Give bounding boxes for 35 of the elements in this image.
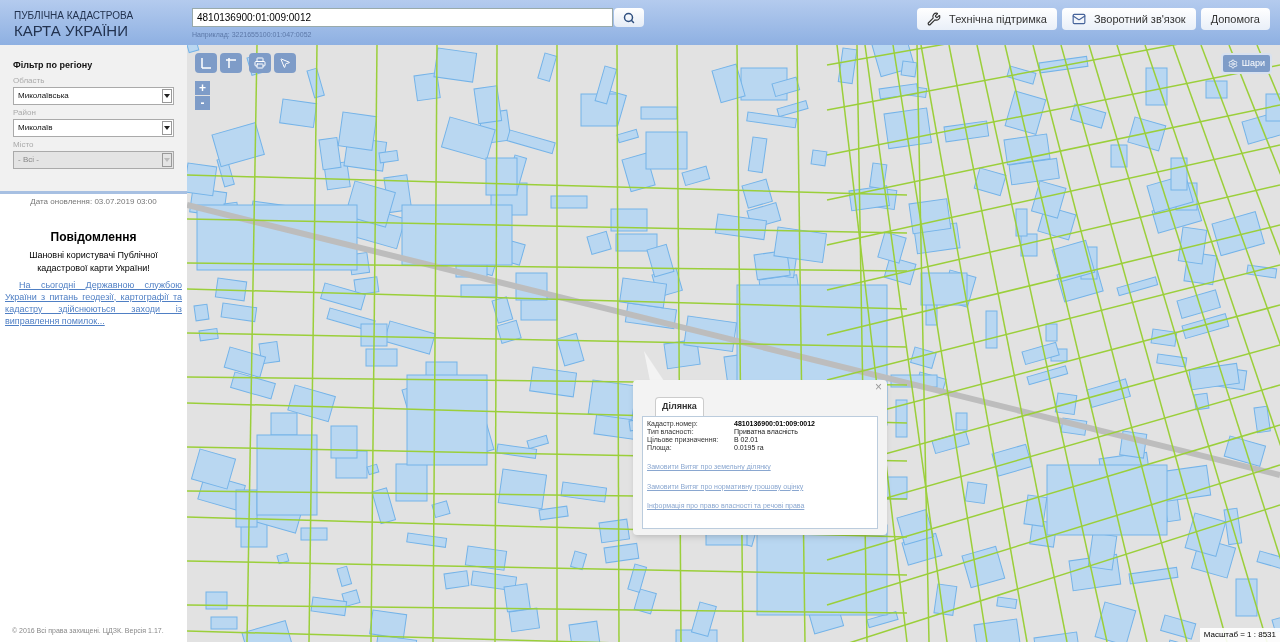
filter-title: Фільтр по регіону	[13, 59, 94, 72]
angle-icon	[225, 57, 237, 69]
identify-tool[interactable]	[274, 53, 296, 73]
cursor-icon	[279, 57, 291, 69]
update-date: Дата оновлення: 03.07.2019 03:00	[29, 195, 158, 208]
field-label: Район	[13, 106, 37, 119]
zoom-out-button[interactable]: -	[195, 96, 210, 110]
measure-length-tool[interactable]	[195, 53, 217, 73]
field-label: Місто	[13, 138, 35, 151]
header-button[interactable]: Зворотний зв'язок	[1061, 8, 1196, 30]
region-select[interactable]: Миколаїв	[13, 118, 174, 137]
measure-area-tool[interactable]	[220, 53, 242, 73]
ruler-icon	[200, 57, 212, 69]
header-button[interactable]: Технічна підтримка	[917, 8, 1057, 30]
close-button[interactable]: ×	[875, 381, 882, 393]
logo-subtitle: ПУБЛІЧНА КАДАСТРОВА	[14, 11, 135, 21]
print-icon	[254, 57, 266, 69]
mail-icon	[1071, 12, 1086, 26]
gear-icon	[1227, 58, 1238, 69]
print-button[interactable]	[249, 53, 271, 73]
region-select[interactable]: Миколаївська	[13, 86, 174, 105]
zoom-in-button[interactable]: +	[195, 81, 210, 95]
field-label: Область	[13, 74, 46, 87]
popup-tab[interactable]: Ділянка	[655, 397, 704, 416]
search-field[interactable]: 4810136900:01:009:0012	[192, 8, 613, 27]
logo-title: КАРТА УКРАЇНИ	[14, 23, 129, 38]
notice-greeting: Шановні користувачі Публічної кадастрової карти України!	[28, 248, 159, 275]
search-icon	[623, 11, 635, 24]
search-button[interactable]	[614, 8, 644, 27]
tools-icon	[927, 12, 942, 26]
scale-label: Масштаб = 1 : 8531	[1199, 628, 1280, 642]
notice-title: Повідомлення	[49, 228, 138, 246]
notice-link[interactable]: На сьогодні Державною службою України з питань геодезії, картографії та кадастру здійснюються заходи із виправлення помилок...	[0, 278, 187, 327]
header-button[interactable]: Допомога	[1200, 8, 1270, 30]
layers-button[interactable]: Шари	[1220, 53, 1272, 74]
